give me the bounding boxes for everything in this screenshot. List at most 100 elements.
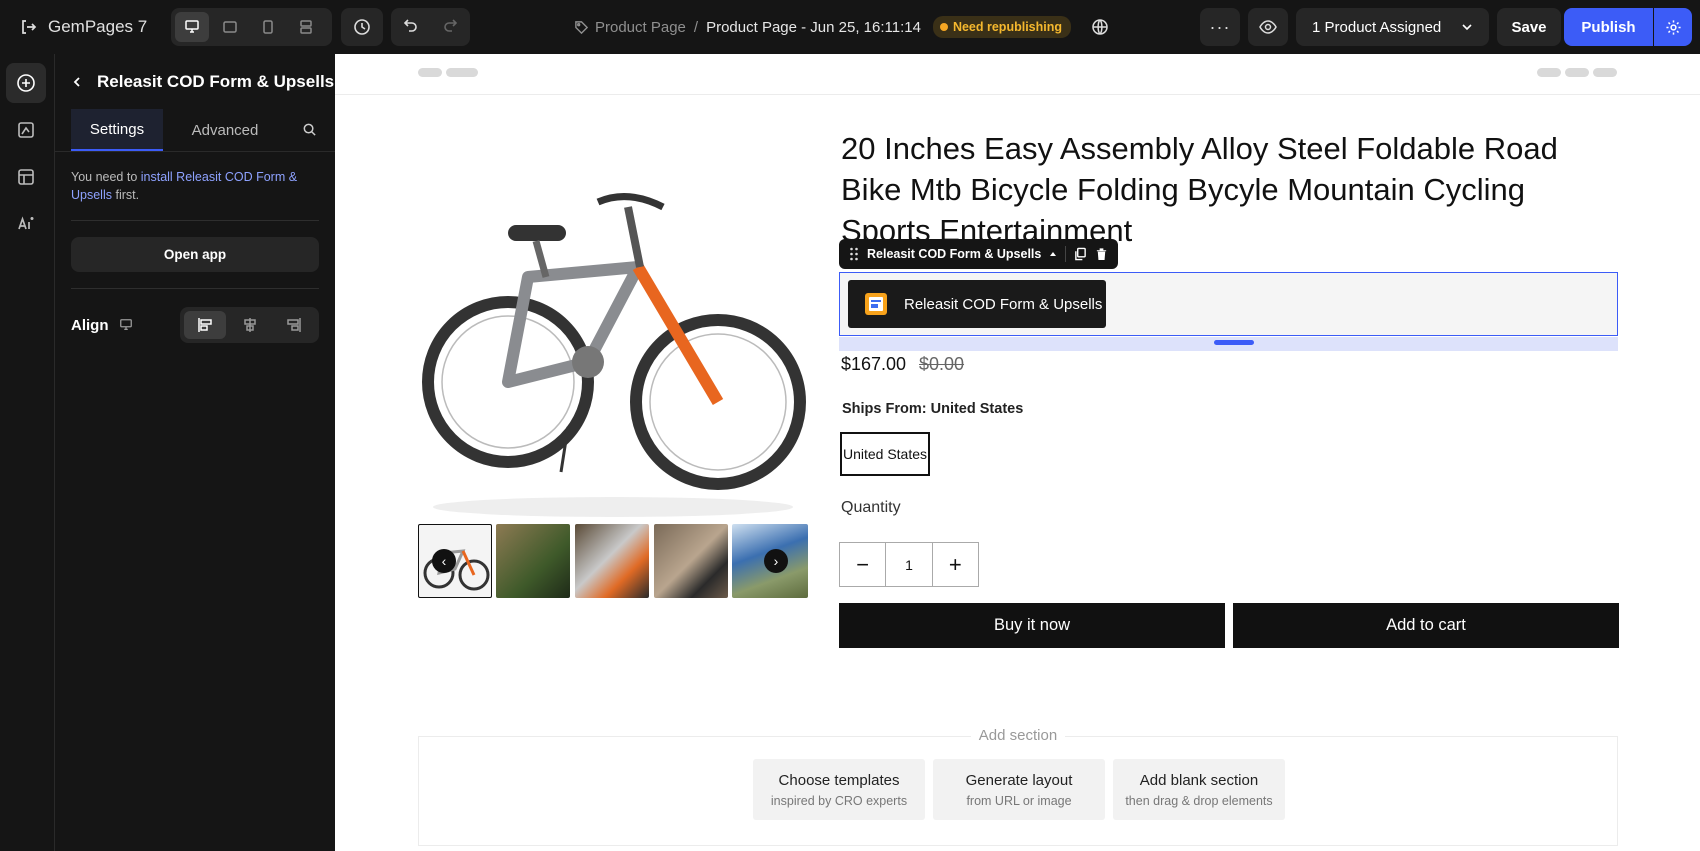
left-rail <box>0 54 55 851</box>
quantity-decrease-button[interactable]: − <box>840 543 885 586</box>
open-app-button[interactable]: Open app <box>71 237 319 272</box>
more-icon: ··· <box>1209 16 1231 37</box>
search-icon <box>303 123 316 136</box>
header-placeholder <box>1565 68 1589 77</box>
align-right-button[interactable] <box>273 311 315 339</box>
thumbnail-prev-button[interactable]: ‹ <box>432 549 456 573</box>
toolbar-divider <box>1065 246 1067 262</box>
tag-icon <box>575 20 589 34</box>
redo-icon <box>444 18 458 32</box>
install-note-suffix: first. <box>112 188 140 202</box>
align-right-icon <box>287 318 301 332</box>
option-subtitle: inspired by CRO experts <box>770 793 908 808</box>
top-bar: GemPages 7 Product Page / Product Page -… <box>0 0 1700 54</box>
history-button[interactable] <box>341 8 383 46</box>
product-thumbnail[interactable] <box>496 524 570 598</box>
align-left-button[interactable] <box>184 311 227 339</box>
exit-editor-button[interactable]: GemPages 7 <box>18 17 147 37</box>
undo-button[interactable] <box>403 17 419 38</box>
ai-button[interactable] <box>6 204 46 244</box>
quantity-label: Quantity <box>841 499 901 516</box>
more-button[interactable]: ··· <box>1200 8 1240 46</box>
header-placeholder <box>1537 68 1561 77</box>
header-placeholder <box>446 68 478 77</box>
redo-button[interactable] <box>442 17 458 38</box>
product-thumbnail[interactable] <box>654 524 728 598</box>
brush-icon <box>18 122 34 138</box>
breadcrumb-page[interactable]: Product Page <box>574 19 686 36</box>
desktop-view-button[interactable] <box>175 12 209 42</box>
tablet-view-button[interactable] <box>213 12 247 42</box>
option-title: Add blank section <box>1139 771 1259 789</box>
variant-option-united-states[interactable]: United States <box>840 432 930 476</box>
panel-search-button[interactable] <box>302 122 317 142</box>
tab-settings[interactable]: Settings <box>71 109 163 151</box>
product-title[interactable]: 20 Inches Easy Assembly Alloy Steel Fold… <box>841 128 1621 251</box>
add-element-button[interactable] <box>6 63 46 103</box>
clock-icon <box>354 19 370 35</box>
header-placeholder <box>1593 68 1617 77</box>
panel-title: Releasit COD Form & Upsells <box>97 72 335 91</box>
choose-templates-button[interactable]: Choose templates inspired by CRO experts <box>753 759 925 820</box>
status-badge: Need republishing <box>932 16 1071 38</box>
chevron-left-icon[interactable] <box>71 76 83 88</box>
theme-styles-button[interactable] <box>6 110 46 150</box>
product-thumbnail[interactable] <box>575 524 649 598</box>
tab-advanced[interactable]: Advanced <box>163 109 287 151</box>
quantity-increase-button[interactable]: + <box>933 543 978 586</box>
save-button[interactable]: Save <box>1497 8 1561 46</box>
layers-button[interactable] <box>6 157 46 197</box>
element-toolbar-label[interactable]: Releasit COD Form & Upsells <box>867 247 1041 261</box>
caret-up-icon[interactable] <box>1049 250 1057 258</box>
cod-form-button[interactable]: Releasit COD Form & Upsells <box>848 280 1106 328</box>
buy-now-button[interactable]: Buy it now <box>839 603 1225 648</box>
align-setting: Align <box>55 307 335 343</box>
align-options <box>180 307 319 343</box>
align-left-icon <box>198 318 212 332</box>
device-switcher <box>171 8 332 46</box>
header-placeholder <box>418 68 442 77</box>
resize-handle[interactable] <box>1214 340 1254 345</box>
trash-icon[interactable] <box>1095 247 1108 261</box>
duplicate-icon[interactable] <box>1074 247 1087 261</box>
app-name: GemPages 7 <box>48 17 148 36</box>
add-to-cart-button[interactable]: Add to cart <box>1233 603 1619 648</box>
add-section-area: Add section Choose templates inspired by… <box>418 727 1618 846</box>
layout-icon <box>18 169 34 185</box>
breadcrumb-page-label: Product Page <box>595 18 686 36</box>
option-title: Choose templates <box>778 771 900 789</box>
layout-view-button[interactable] <box>289 12 323 42</box>
publish-button[interactable]: Publish <box>1564 8 1653 46</box>
align-center-icon <box>243 318 256 332</box>
layout-icon <box>300 20 312 34</box>
preview-button[interactable] <box>1248 8 1288 46</box>
compare-at-price: $0.00 <box>919 354 965 374</box>
option-subtitle: from URL or image <box>966 793 1072 808</box>
undo-icon <box>403 18 417 32</box>
mobile-view-button[interactable] <box>251 12 285 42</box>
cod-form-label: Releasit COD Form & Upsells <box>904 295 1103 313</box>
align-center-button[interactable] <box>229 311 271 339</box>
assigned-label: 1 Product Assigned <box>1312 18 1442 36</box>
thumbnail-next-button[interactable]: › <box>764 549 788 573</box>
selection-padding-strip <box>839 337 1618 351</box>
language-button[interactable] <box>1091 18 1109 36</box>
breadcrumb-separator: / <box>693 18 699 36</box>
plus-circle-icon <box>17 74 35 92</box>
add-blank-section-button[interactable]: Add blank section then drag & drop eleme… <box>1113 759 1285 820</box>
cod-form-element[interactable]: Releasit COD Form & Upsells <box>839 272 1618 336</box>
header-divider <box>335 94 1700 95</box>
assigned-products-dropdown[interactable]: 1 Product Assigned <box>1296 8 1489 46</box>
divider <box>71 288 319 289</box>
product-main-image[interactable] <box>418 127 808 557</box>
quantity-input[interactable]: 1 <box>885 543 933 586</box>
option-subtitle: then drag & drop elements <box>1125 793 1273 808</box>
generate-layout-button[interactable]: Generate layout from URL or image <box>933 759 1105 820</box>
drag-handle-icon[interactable] <box>849 247 859 261</box>
breadcrumb-current[interactable]: Product Page - Jun 25, 16:11:14 <box>706 19 921 36</box>
desktop-icon <box>119 319 132 331</box>
editor-canvas: ‹ › 20 Inches Easy Assembly Alloy Steel … <box>335 54 1700 851</box>
exit-icon <box>22 20 37 34</box>
publish-settings-button[interactable] <box>1654 8 1692 46</box>
panel-header: Releasit COD Form & Upsells <box>55 54 335 110</box>
